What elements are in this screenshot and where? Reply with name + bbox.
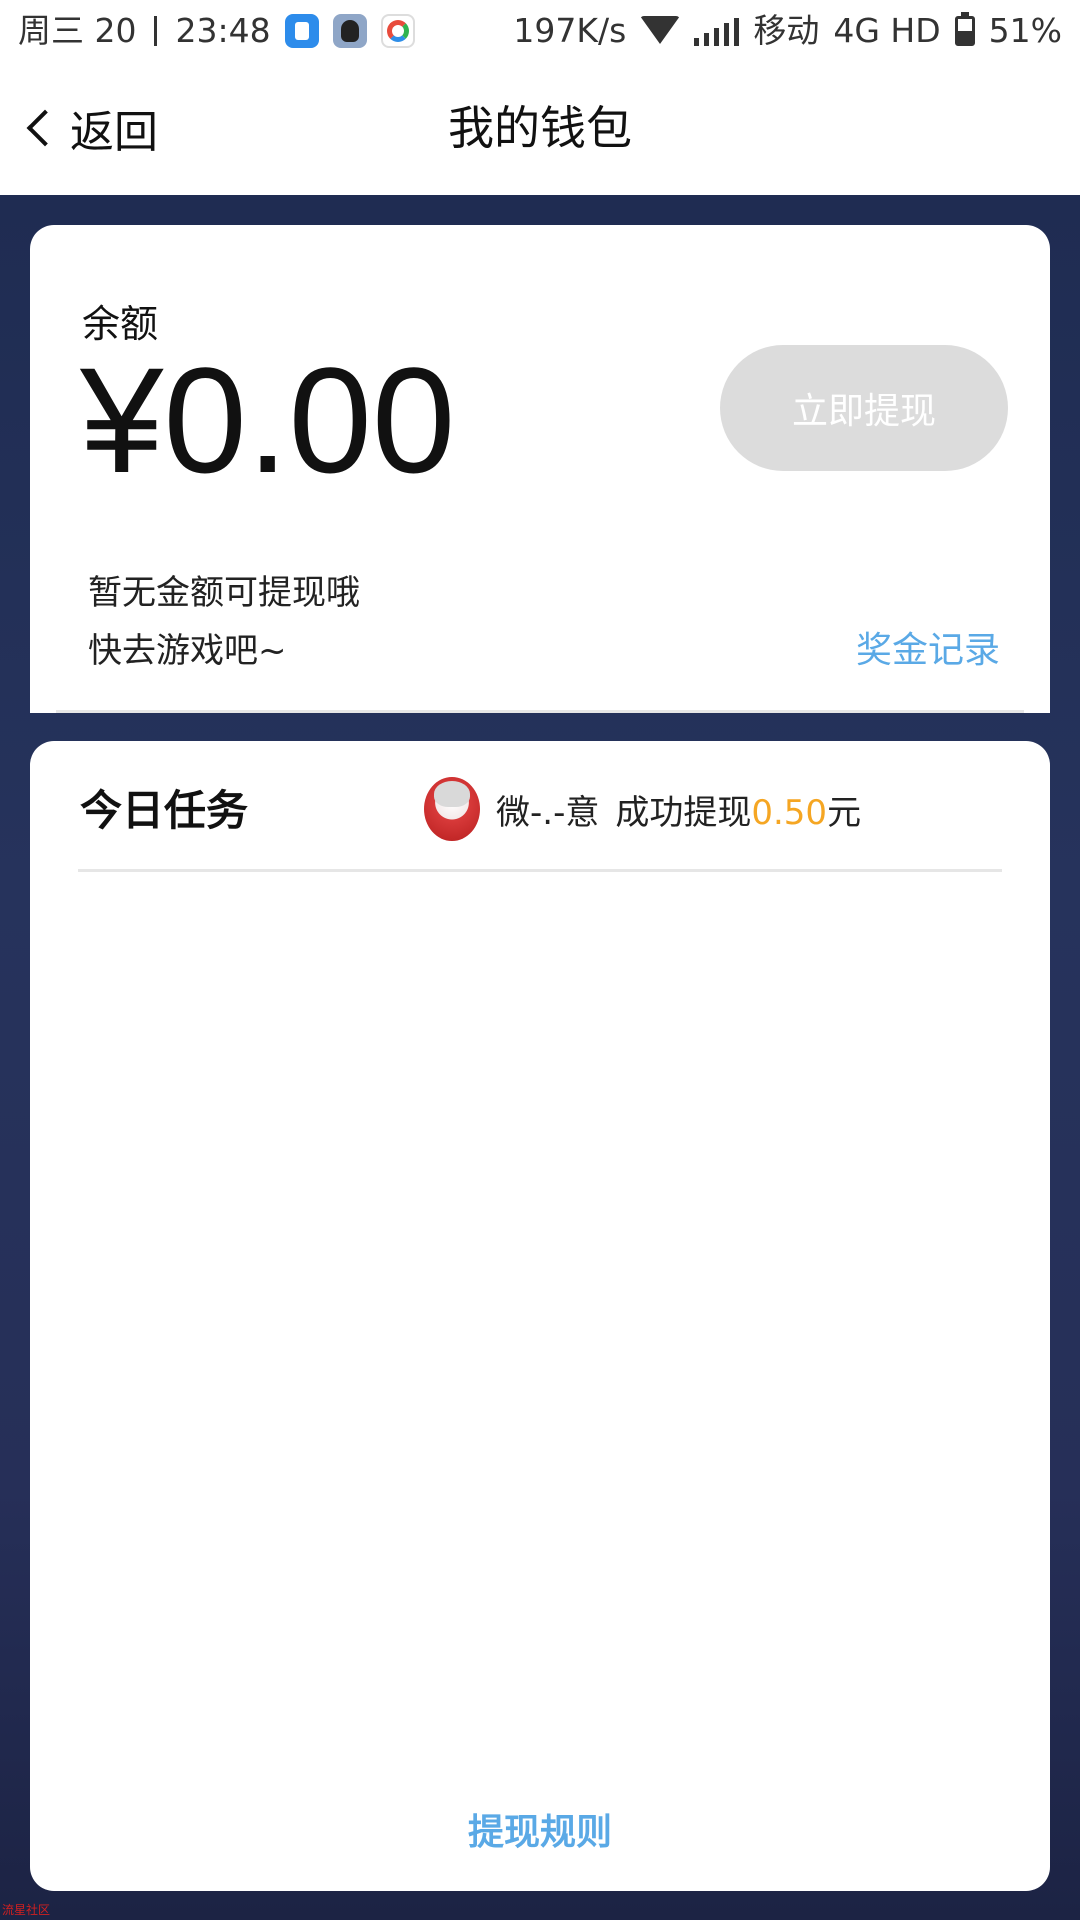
battery-level <box>957 30 972 43</box>
network-label: 4G HD <box>833 11 941 50</box>
notice-user: 微-.-意 <box>496 792 600 833</box>
daily-tasks-card: 今日任务 微-.-意 成功提现0.50元 提现规则 <box>30 741 1050 1891</box>
status-separator <box>154 16 158 46</box>
balance-card: 余额 ¥0.00 立即提现 暂无金额可提现哦 快去游戏吧~ 奖金记录 <box>30 225 1050 713</box>
status-bar-right: 197K/s 移动 4G HD 51% <box>513 0 1062 62</box>
notice-unit: 元 <box>827 792 862 833</box>
status-time: 23:48 <box>175 11 271 50</box>
wifi-icon <box>640 16 681 46</box>
avatar <box>424 777 480 841</box>
balance-hint-line2: 快去游戏吧~ <box>88 631 287 671</box>
status-bar: 周三 20 23:48 197K/s 移动 4G HD 51% <box>0 0 1080 62</box>
page-title: 我的钱包 <box>448 101 632 155</box>
multicolor-app-icon <box>380 14 415 48</box>
withdraw-button[interactable]: 立即提现 <box>720 345 1008 471</box>
bonus-record-link[interactable]: 奖金记录 <box>856 621 1000 673</box>
wallet-screen: 周三 20 23:48 197K/s 移动 4G HD 51% 返回 我的钱包 <box>0 0 1080 1920</box>
tasks-title: 今日任务 <box>80 786 249 835</box>
withdraw-notice: 微-.-意 成功提现0.50元 <box>424 775 861 843</box>
watermark: 流星社区 <box>2 1903 51 1917</box>
notice-action: 成功提现 <box>615 792 752 833</box>
nav-header: 返回 我的钱包 <box>0 62 1080 195</box>
status-bar-left: 周三 20 23:48 <box>18 0 415 62</box>
notice-text: 成功提现0.50元 <box>615 785 861 834</box>
withdraw-rules-link[interactable]: 提现规则 <box>30 1803 1050 1855</box>
status-date: 周三 20 <box>18 11 137 50</box>
signal-icon <box>694 16 740 46</box>
notice-amount: 0.50 <box>751 792 828 833</box>
battery-icon <box>954 12 975 46</box>
balance-amount: ¥0.00 <box>80 336 456 504</box>
divider <box>56 710 1024 713</box>
net-speed: 197K/s <box>513 11 627 50</box>
balance-hint-line1: 暂无金额可提现哦 <box>88 573 360 613</box>
notes-app-icon <box>284 14 319 48</box>
battery-percent: 51% <box>988 11 1062 50</box>
divider <box>78 869 1002 872</box>
qq-icon <box>332 14 367 48</box>
carrier-label: 移动 <box>753 11 820 50</box>
